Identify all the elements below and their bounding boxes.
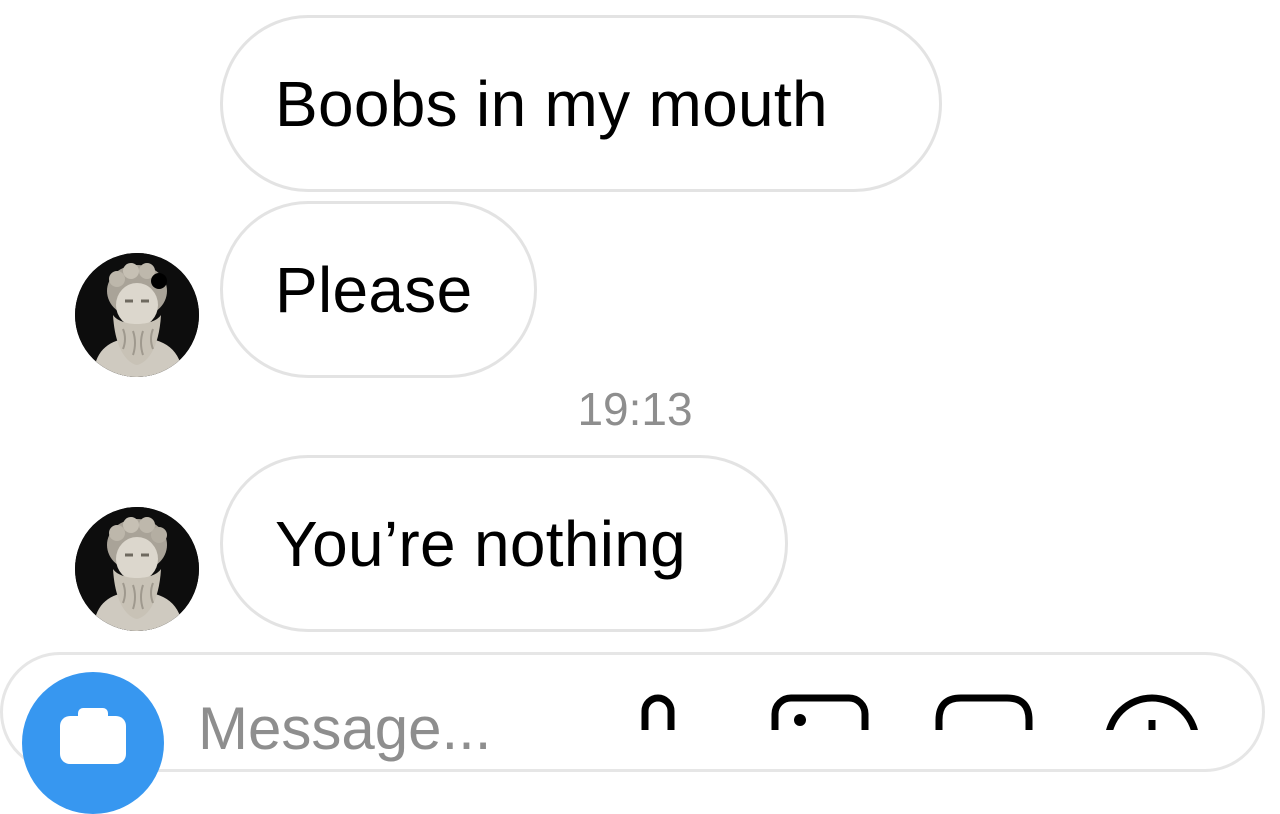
camera-icon <box>60 708 126 764</box>
message-text: You’re nothing <box>275 507 687 580</box>
message-text: Boobs in my mouth <box>275 67 828 140</box>
message-bubble[interactable]: Boobs in my mouth <box>220 15 942 192</box>
sender-avatar[interactable] <box>75 253 199 377</box>
camera-button[interactable] <box>22 672 164 814</box>
sender-avatar[interactable] <box>75 507 199 631</box>
message-timestamp: 19:13 <box>577 383 693 435</box>
microphone-icon[interactable] <box>628 690 688 730</box>
message-text: Please <box>275 253 473 326</box>
message-input[interactable]: Message... <box>198 694 491 763</box>
statue-avatar-icon <box>75 507 199 631</box>
sticker-icon[interactable] <box>934 690 1034 730</box>
add-icon[interactable] <box>1102 690 1202 730</box>
message-bubble[interactable]: You’re nothing <box>220 455 788 632</box>
statue-avatar-icon <box>75 253 199 377</box>
gallery-icon[interactable] <box>770 690 870 730</box>
message-bubble[interactable]: Please <box>220 201 537 378</box>
